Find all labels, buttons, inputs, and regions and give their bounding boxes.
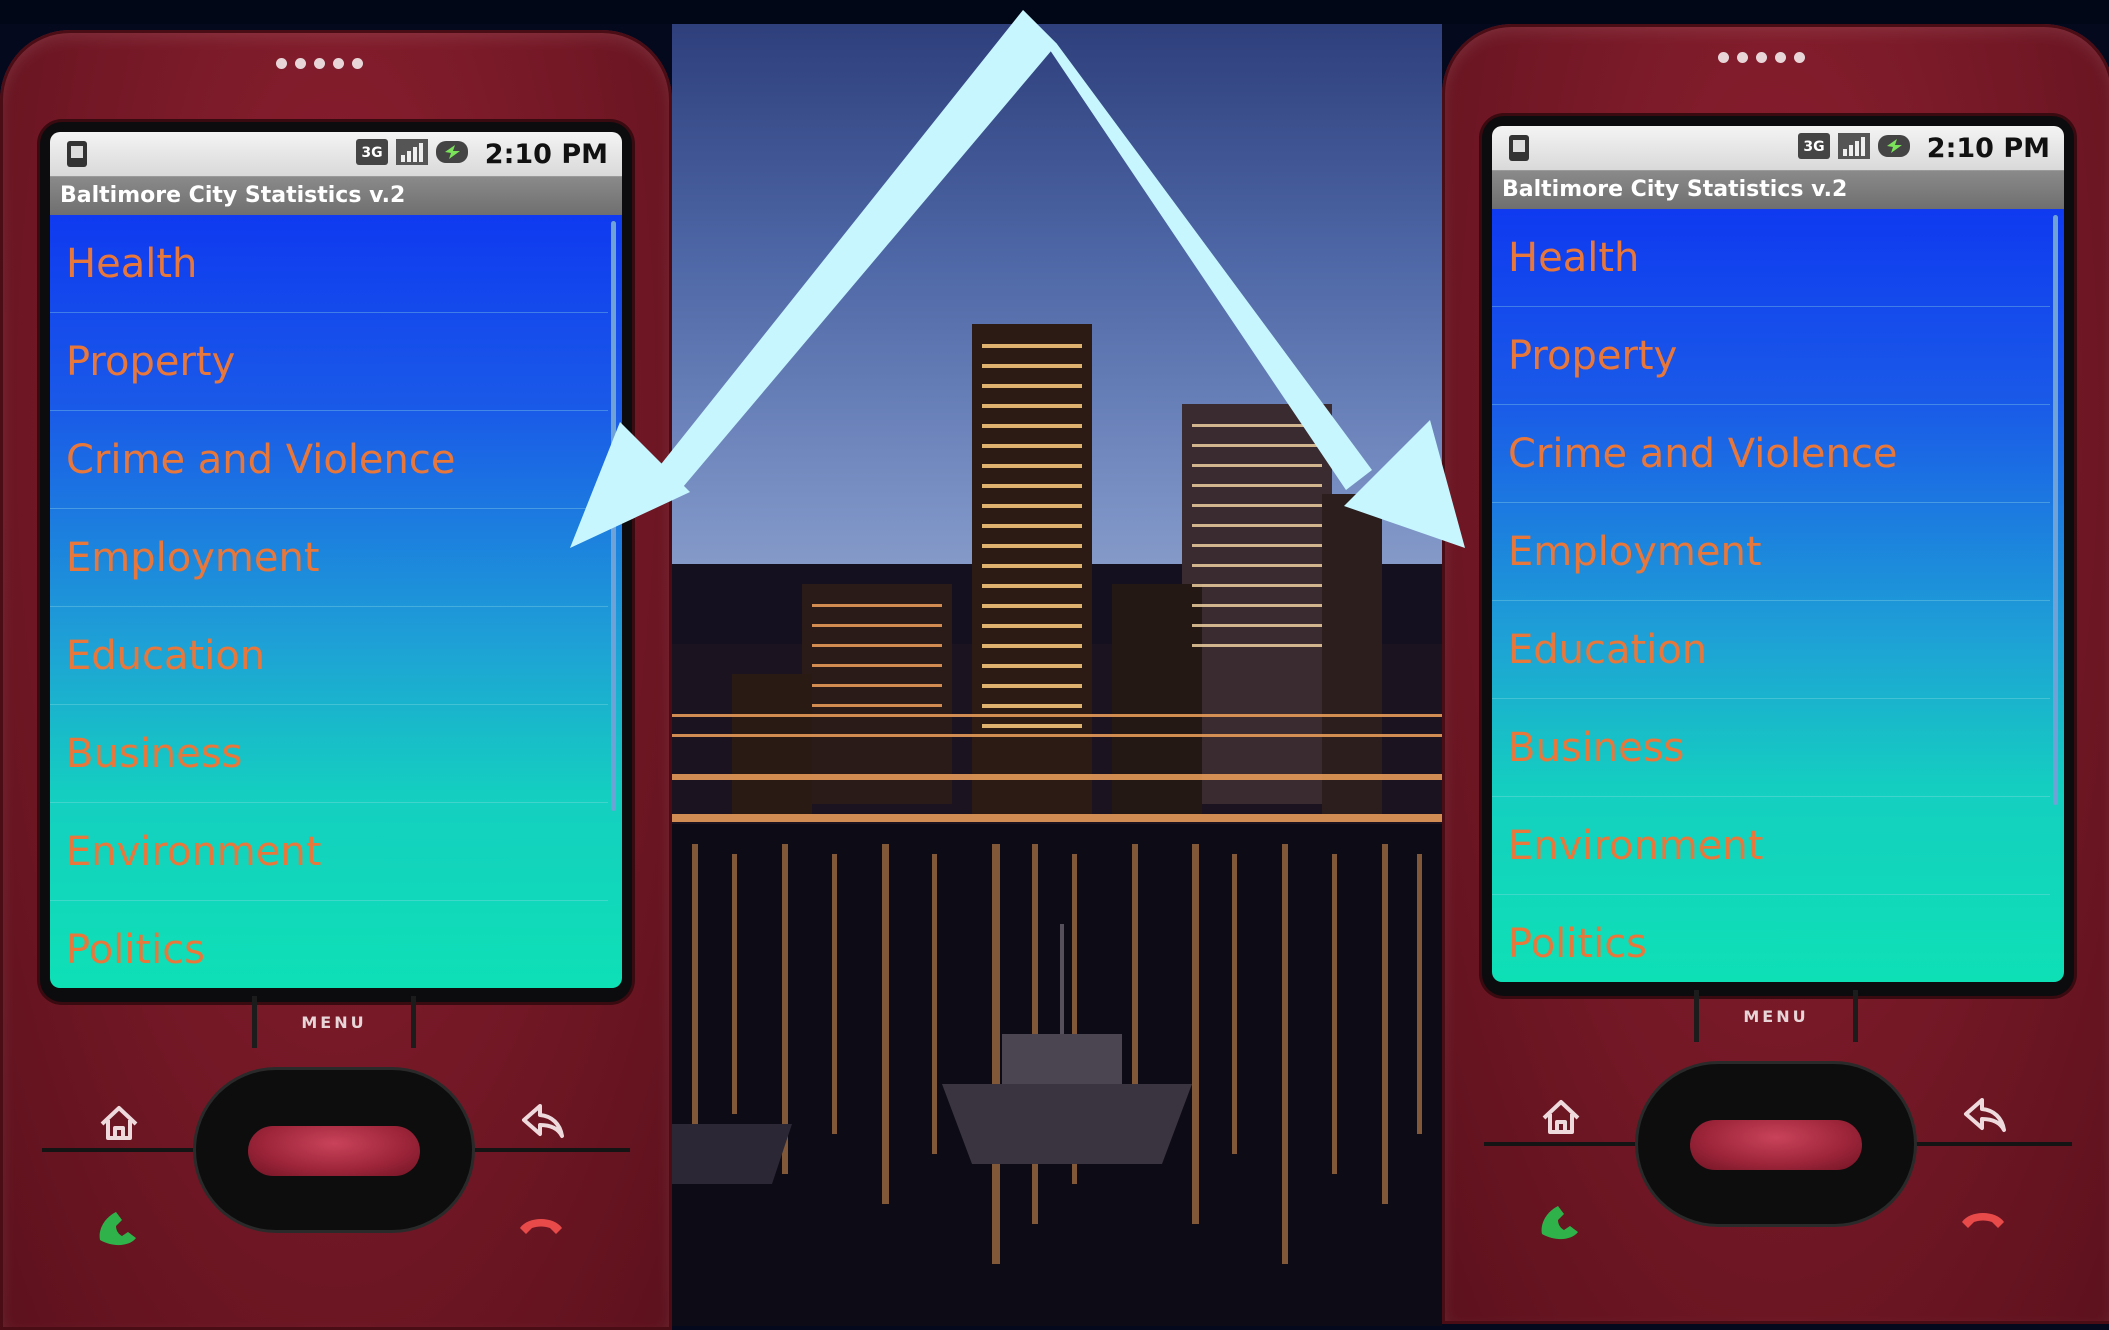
arrow-right-head [1344, 420, 1465, 548]
arrow-left-shaft [650, 10, 1057, 500]
arrow-left-head [570, 422, 690, 548]
arrow-right-shaft [1023, 10, 1372, 490]
pointer-arrows [570, 10, 1465, 548]
